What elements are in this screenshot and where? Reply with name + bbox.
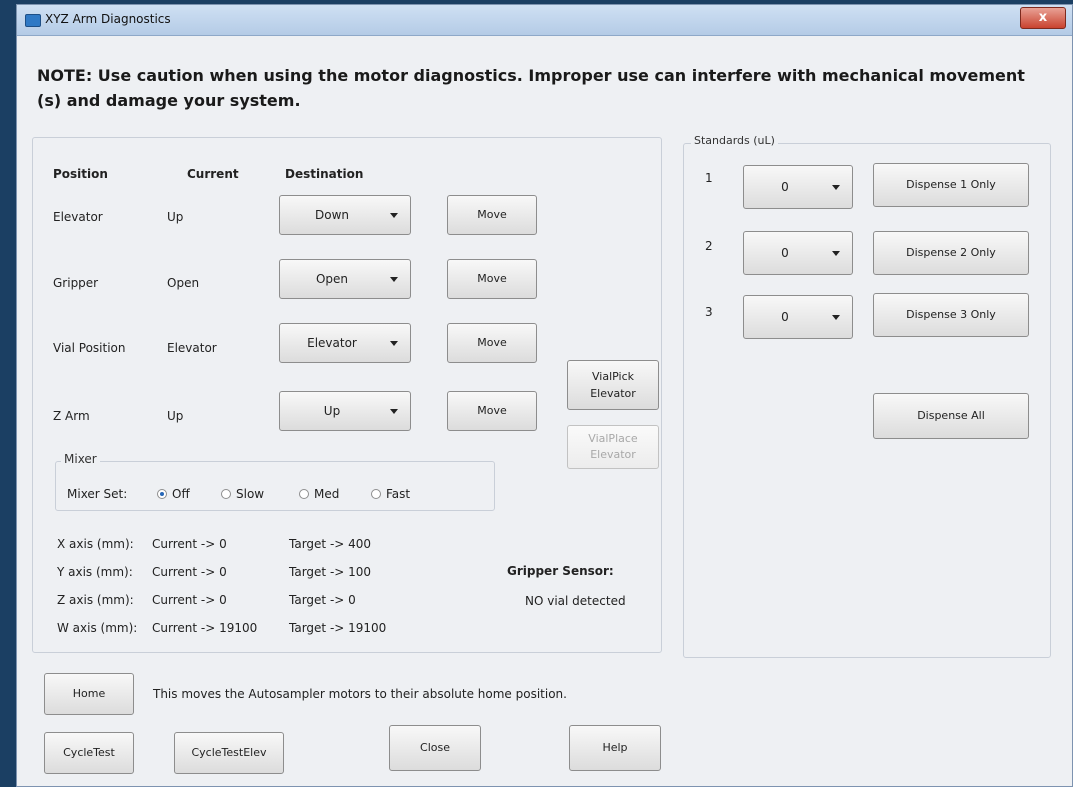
mixer-slow-radio[interactable]: Slow [221,487,264,501]
close-window-button[interactable]: x [1020,7,1066,29]
home-button[interactable]: Home [44,673,134,715]
standard-1-value: 0 [781,180,789,194]
x-axis-label: X axis (mm): [57,537,134,551]
x-axis-target: Target -> 400 [289,537,372,551]
z-axis-current: Current -> 0 [152,593,227,607]
standards-legend: Standards (uL) [691,134,778,147]
vialpick-elevator-button[interactable]: VialPick Elevator [567,360,659,410]
destination-header: Destination [285,167,364,181]
help-button[interactable]: Help [569,725,661,771]
mixer-set-label: Mixer Set: [67,487,128,501]
chevron-down-icon [832,315,840,320]
chevron-down-icon [390,213,398,218]
standard-1-select[interactable]: 0 [743,165,853,209]
mixer-med-label: Med [314,487,340,501]
cycle-test-button[interactable]: CycleTest [44,732,134,774]
z-axis-label: Z axis (mm): [57,593,134,607]
vialplace-elevator-button: VialPlace Elevator [567,425,659,469]
close-button[interactable]: Close [389,725,481,771]
vial-destination-value: Elevator [307,336,357,350]
vialplace-line1: VialPlace [588,432,638,445]
chevron-down-icon [832,185,840,190]
app-icon [25,14,41,27]
row-current-zarm: Up [167,409,184,423]
dispense-1-button[interactable]: Dispense 1 Only [873,163,1029,207]
gripper-sensor-label: Gripper Sensor: [507,564,614,578]
chevron-down-icon [832,251,840,256]
home-description: This moves the Autosampler motors to the… [153,687,567,701]
move-gripper-button[interactable]: Move [447,259,537,299]
radio-selected-icon [157,489,167,499]
mixer-group [55,461,495,511]
standard-3-value: 0 [781,310,789,324]
standard-2-select[interactable]: 0 [743,231,853,275]
gripper-destination-value: Open [315,272,349,286]
vial-destination-select[interactable]: Elevator [279,323,411,363]
zarm-destination-value: Up [323,404,341,418]
position-header: Position [53,167,108,181]
mixer-fast-label: Fast [386,487,411,501]
standard-2-number: 2 [705,239,713,253]
z-axis-target: Target -> 0 [289,593,356,607]
row-position-gripper: Gripper [53,276,99,290]
row-current-elevator: Up [167,210,184,224]
row-position-vial: Vial Position [53,341,126,355]
mixer-med-radio[interactable]: Med [299,487,339,501]
title-bar[interactable]: XYZ Arm Diagnostics x [17,5,1072,36]
elevator-destination-value: Down [314,208,349,222]
chevron-down-icon [390,341,398,346]
chevron-down-icon [390,409,398,414]
radio-icon [371,489,381,499]
row-current-gripper: Open [167,276,200,290]
radio-icon [221,489,231,499]
standard-3-number: 3 [705,305,713,319]
dispense-2-button[interactable]: Dispense 2 Only [873,231,1029,275]
w-axis-label: W axis (mm): [57,621,138,635]
current-header: Current [187,167,239,181]
standard-1-number: 1 [705,171,713,185]
move-zarm-button[interactable]: Move [447,391,537,431]
elevator-destination-select[interactable]: Down [279,195,411,235]
move-vial-button[interactable]: Move [447,323,537,363]
gripper-destination-select[interactable]: Open [279,259,411,299]
w-axis-current: Current -> 19100 [152,621,258,635]
mixer-slow-label: Slow [236,487,265,501]
row-position-zarm: Z Arm [53,409,90,423]
vialpick-line1: VialPick [591,370,634,383]
dispense-3-button[interactable]: Dispense 3 Only [873,293,1029,337]
move-elevator-button[interactable]: Move [447,195,537,235]
caution-note: NOTE: Use caution when using the motor d… [37,66,1025,110]
mixer-legend: Mixer [61,452,100,466]
zarm-destination-select[interactable]: Up [279,391,411,431]
mixer-off-radio[interactable]: Off [157,487,190,501]
vialplace-line2: Elevator [590,448,636,461]
y-axis-target: Target -> 100 [289,565,372,579]
standard-3-select[interactable]: 0 [743,295,853,339]
mixer-off-label: Off [172,487,190,501]
window-title: XYZ Arm Diagnostics [45,12,171,26]
dispense-all-button[interactable]: Dispense All [873,393,1029,439]
vialpick-line2: Elevator [590,387,636,400]
y-axis-current: Current -> 0 [152,565,227,579]
y-axis-label: Y axis (mm): [57,565,133,579]
x-axis-current: Current -> 0 [152,537,227,551]
row-current-vial: Elevator [167,341,217,355]
chevron-down-icon [390,277,398,282]
gripper-sensor-value: NO vial detected [525,594,626,608]
diagnostics-window: XYZ Arm Diagnostics x NOTE: Use caution … [16,4,1073,787]
mixer-fast-radio[interactable]: Fast [371,487,410,501]
standard-2-value: 0 [781,246,789,260]
cycle-test-elev-button[interactable]: CycleTestElev [174,732,284,774]
w-axis-target: Target -> 19100 [289,621,387,635]
radio-icon [299,489,309,499]
row-position-elevator: Elevator [53,210,103,224]
